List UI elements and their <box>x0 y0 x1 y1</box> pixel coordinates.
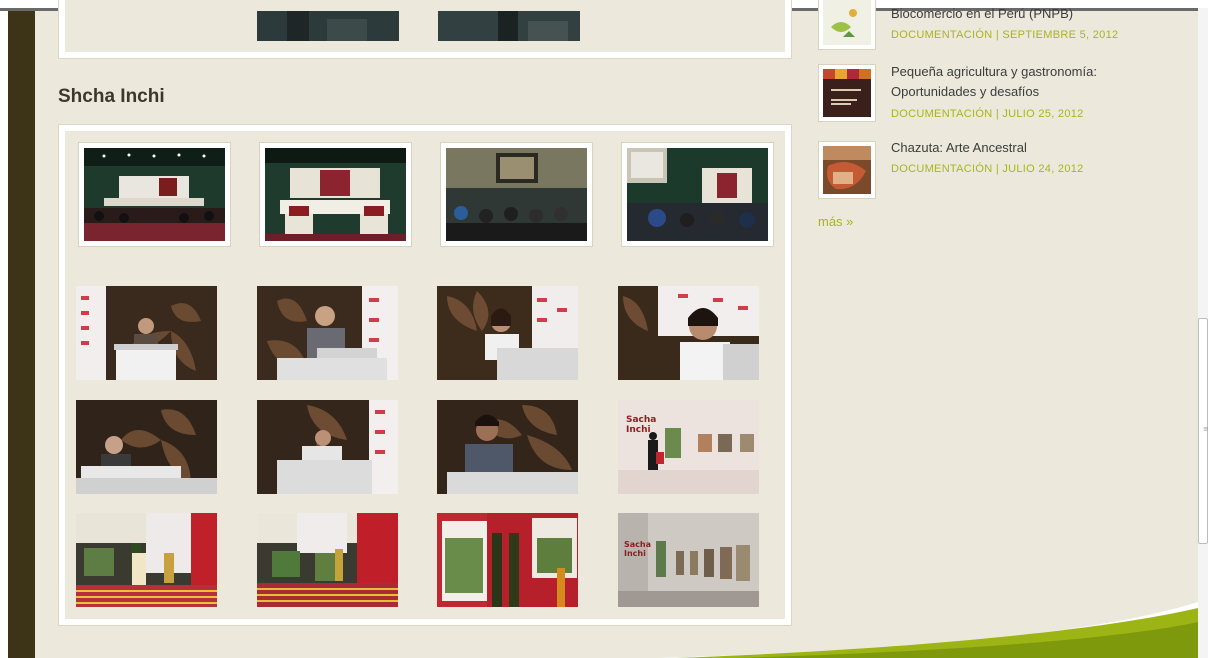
page-viewport: Shcha Inchi Sacha Inchi Sacha Inchi Bioc… <box>0 0 1208 658</box>
sidebar-item-thumbnail[interactable] <box>818 141 876 199</box>
gallery-photo-speaker-5[interactable] <box>76 400 217 494</box>
gallery-photo-speaker-3[interactable] <box>437 286 578 380</box>
scrollbar-grip-icon: ≡ <box>1203 425 1208 433</box>
gallery-photo-speaker-6[interactable] <box>257 400 398 494</box>
sidebar-item-title[interactable]: Biocomercio en el Perú (PNPB) <box>891 4 1161 24</box>
gallery-photo-speaker-2[interactable] <box>257 286 398 380</box>
sidebar-item-meta: DOCUMENTACIÓN | JULIO 25, 2012 <box>891 108 1084 120</box>
sidebar-more-link[interactable]: más » <box>818 214 853 229</box>
sidebar-item-thumbnail[interactable] <box>818 64 876 122</box>
gallery-photo[interactable] <box>257 11 399 41</box>
framed-photo-stage-table[interactable] <box>259 142 412 247</box>
svg-text:Sacha: Sacha <box>626 415 656 425</box>
framed-photo-audience-projector[interactable] <box>440 142 593 247</box>
svg-text:Sacha: Sacha <box>624 540 651 549</box>
left-decorative-bar <box>8 11 35 658</box>
gallery-photo-product-display-2[interactable] <box>257 513 398 607</box>
gallery-photo-product-display-1[interactable] <box>76 513 217 607</box>
gallery-photo-speaker-1[interactable] <box>76 286 217 380</box>
sidebar-item-title[interactable]: Pequeña agricultura y gastronomía: Oport… <box>891 62 1161 102</box>
sidebar-item-thumbnail[interactable] <box>818 0 876 50</box>
gallery-photo-speaker-4[interactable] <box>618 286 759 380</box>
sidebar-item-meta: DOCUMENTACIÓN | JULIO 24, 2012 <box>891 163 1084 175</box>
section-title: Shcha Inchi <box>58 86 165 107</box>
framed-photo-audience-stage[interactable] <box>621 142 774 247</box>
svg-text:Inchi: Inchi <box>624 549 646 558</box>
gallery-photo-exhibition-wall[interactable]: Sacha Inchi <box>618 513 759 607</box>
gallery-photo-speaker-7[interactable] <box>437 400 578 494</box>
framed-photo-auditorium[interactable] <box>78 142 231 247</box>
sidebar-item-title[interactable]: Chazuta: Arte Ancestral <box>891 138 1161 158</box>
svg-text:Inchi: Inchi <box>626 425 651 435</box>
previous-gallery-box <box>58 0 792 59</box>
gallery-photo-book-bottles[interactable] <box>437 513 578 607</box>
gallery-photo-exhibition-visitor[interactable]: Sacha Inchi <box>618 400 759 494</box>
sidebar-item-meta: DOCUMENTACIÓN | SEPTIEMBRE 5, 2012 <box>891 29 1119 41</box>
gallery-photo[interactable] <box>438 11 580 41</box>
